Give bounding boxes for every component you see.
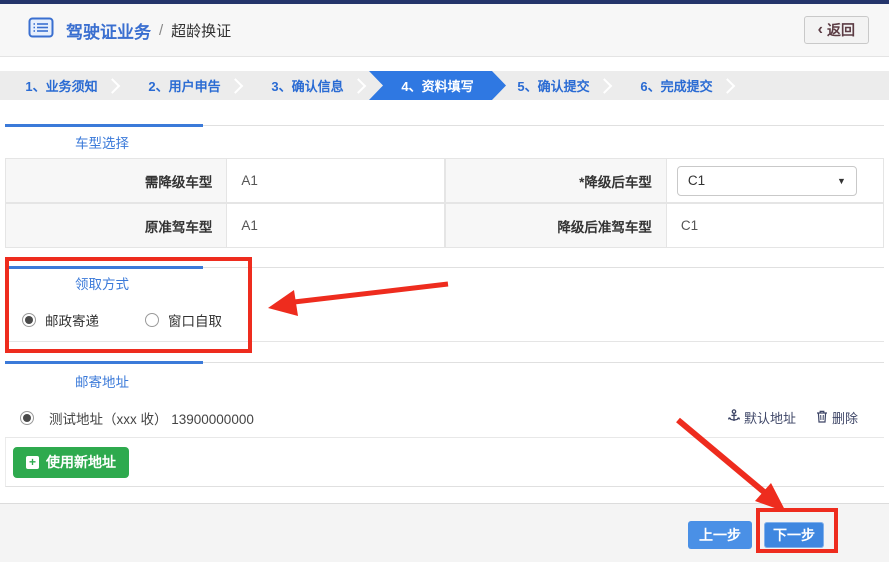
tab-step-1[interactable]: 1、业务须知 — [0, 71, 123, 100]
use-new-address-label: 使用新地址 — [46, 452, 116, 472]
back-button[interactable]: ‹ 返回 — [804, 16, 869, 44]
previous-step-button[interactable]: 上一步 — [688, 521, 752, 549]
tab-step-2[interactable]: 2、用户申告 — [123, 71, 246, 100]
footer-bar: 上一步 下一步 — [0, 503, 889, 562]
value-downgrade-needed: A1 — [227, 158, 445, 203]
radio-unchecked-icon[interactable] — [145, 313, 159, 327]
header: 驾驶证业务 / 超龄换证 ‹ 返回 — [0, 4, 889, 57]
pickup-section-title-row: 领取方式 — [5, 267, 884, 298]
tab-step-1-label: 1、业务须知 — [25, 76, 97, 95]
trash-icon — [816, 410, 828, 426]
new-address-row: + 使用新地址 — [5, 438, 884, 487]
vehicle-table: 需降级车型 A1 *降级后车型 C1 ▼ 原准驾车型 A1 降级后准驾车型 C1 — [5, 158, 884, 248]
radio-window-label: 窗口自取 — [168, 310, 222, 330]
vehicle-type-section: 车型选择 需降级车型 A1 *降级后车型 C1 ▼ 原准驾车型 A1 降级后准驾… — [5, 125, 884, 248]
label-downgrade-needed: 需降级车型 — [5, 158, 227, 203]
page-subtitle: 超龄换证 — [171, 20, 231, 41]
radio-option-window-pickup[interactable]: 窗口自取 — [145, 310, 222, 330]
delete-address-button[interactable]: 删除 — [816, 408, 858, 427]
tab-step-5-label: 5、确认提交 — [517, 76, 589, 95]
breadcrumb-separator: / — [159, 22, 163, 39]
address-actions: 默认地址 删除 — [728, 408, 858, 427]
default-address-label: 默认地址 — [744, 408, 796, 427]
tab-step-4-label: 4、资料填写 — [401, 76, 473, 95]
label-after-downgrade-class: 降级后准驾车型 — [445, 203, 667, 248]
value-original-class: A1 — [227, 203, 445, 248]
tab-step-2-label: 2、用户申告 — [148, 76, 220, 95]
radio-checked-icon[interactable] — [22, 313, 36, 327]
tab-step-6[interactable]: 6、完成提交 — [615, 71, 738, 100]
tab-step-3-label: 3、确认信息 — [271, 76, 343, 95]
radio-option-postal-delivery[interactable]: 邮政寄递 — [22, 310, 99, 330]
use-new-address-button[interactable]: + 使用新地址 — [13, 447, 129, 478]
plus-icon: + — [26, 456, 39, 469]
address-text: 测试地址（xxx 收） 13900000000 — [49, 408, 254, 428]
chevron-left-icon: ‹ — [818, 22, 823, 38]
tab-step-4-active[interactable]: 4、资料填写 — [369, 71, 506, 100]
pickup-method-section: 领取方式 邮政寄递 窗口自取 — [5, 267, 884, 342]
address-section-title-row: 邮寄地址 — [5, 362, 884, 398]
page-title: 驾驶证业务 — [66, 18, 151, 43]
page: 驾驶证业务 / 超龄换证 ‹ 返回 1、业务须知 2、用户申告 3、确认信息 4… — [0, 0, 889, 562]
step-tabs: 1、业务须知 2、用户申告 3、确认信息 4、资料填写 5、确认提交 6、完成提… — [0, 71, 889, 100]
tab-step-3[interactable]: 3、确认信息 — [246, 71, 369, 100]
pickup-options-row: 邮政寄递 窗口自取 — [5, 298, 884, 342]
tab-step-6-label: 6、完成提交 — [640, 76, 712, 95]
value-after-downgrade-class: C1 — [667, 203, 884, 248]
label-original-class: 原准驾车型 — [5, 203, 227, 248]
cell-downgrade-select: C1 ▼ — [667, 158, 884, 203]
delete-address-label: 删除 — [832, 408, 858, 427]
tab-step-5[interactable]: 5、确认提交 — [492, 71, 615, 100]
radio-address-selected[interactable] — [20, 411, 34, 425]
form-list-icon — [28, 17, 54, 43]
next-step-button[interactable]: 下一步 — [764, 522, 824, 548]
pickup-section-title: 领取方式 — [75, 273, 129, 293]
anchor-icon — [728, 409, 740, 426]
downgrade-type-select[interactable]: C1 ▼ — [677, 166, 857, 196]
address-row: 测试地址（xxx 收） 13900000000 默认地址 — [5, 398, 884, 438]
default-address-button[interactable]: 默认地址 — [728, 408, 796, 427]
downgrade-type-select-value: C1 — [688, 173, 705, 188]
address-section-title: 邮寄地址 — [75, 371, 129, 391]
vehicle-section-title-row: 车型选择 — [5, 125, 884, 158]
vehicle-section-title: 车型选择 — [75, 132, 129, 152]
back-button-label: 返回 — [827, 20, 855, 40]
label-downgrade-target: *降级后车型 — [445, 158, 667, 203]
radio-postal-label: 邮政寄递 — [45, 310, 99, 330]
mailing-address-section: 邮寄地址 测试地址（xxx 收） 13900000000 默认地址 — [5, 362, 884, 487]
select-caret-icon: ▼ — [837, 176, 846, 186]
